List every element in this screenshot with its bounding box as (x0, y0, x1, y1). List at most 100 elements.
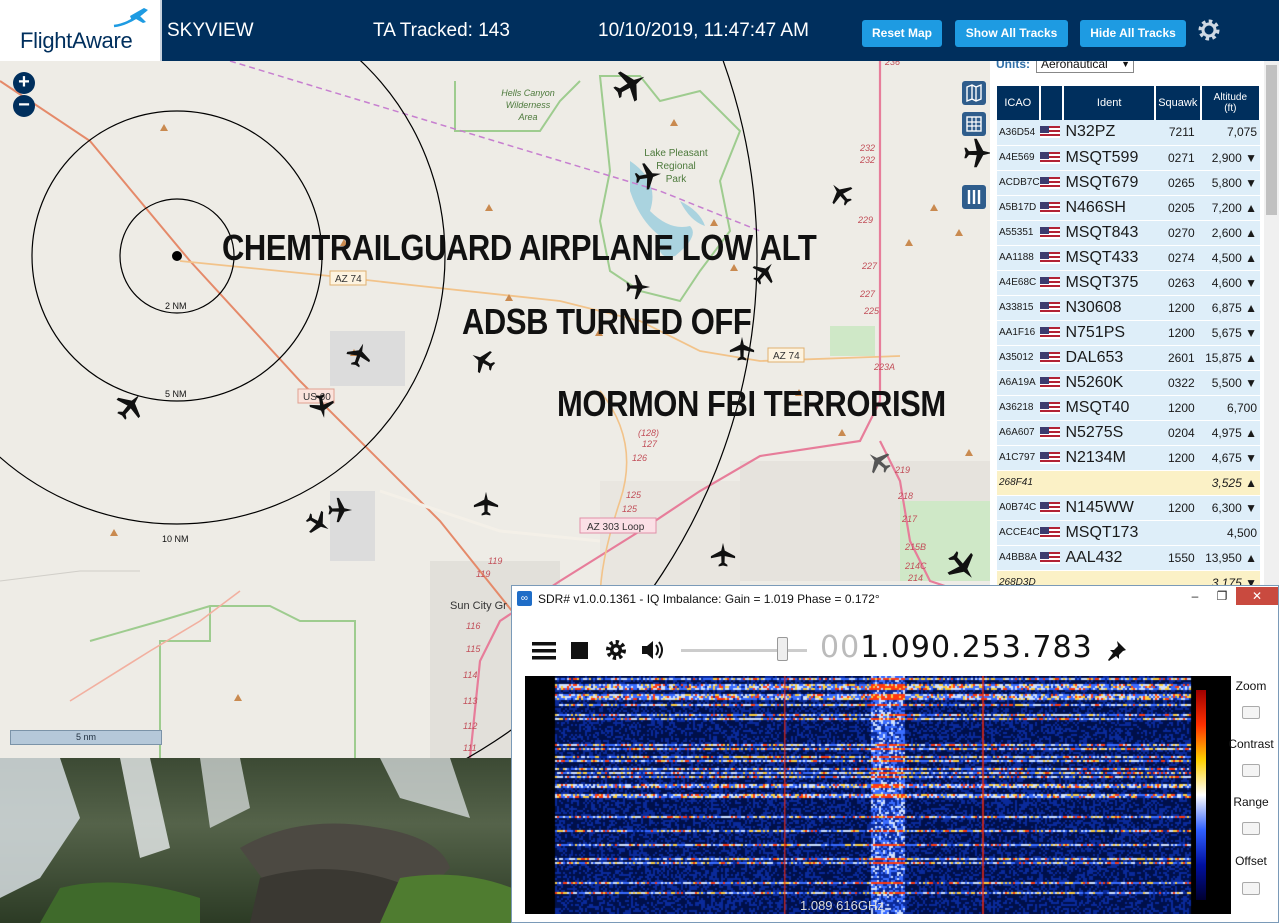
altitude-cell: 7,075 (1200, 120, 1260, 146)
aircraft-icon[interactable] (626, 274, 651, 300)
col-header-flag[interactable] (1039, 86, 1065, 120)
clock: 10/10/2019, 11:47:47 AM (598, 20, 809, 41)
altitude-cell: 3,525 ▲ (1200, 470, 1260, 496)
us-flag-icon (1039, 276, 1060, 289)
trend-icon: ▲ (1245, 475, 1257, 490)
aircraft-icon[interactable] (633, 160, 664, 192)
offset-slider[interactable] (1242, 882, 1260, 895)
sdr-titlebar[interactable]: ∞ SDR# v1.0.0.1361 - IQ Imbalance: Gain … (512, 586, 1278, 611)
aircraft-icon[interactable] (473, 491, 499, 516)
frequency-display[interactable]: 001.090.253.783 (820, 630, 1093, 665)
show-all-tracks-button[interactable]: Show All Tracks (955, 20, 1068, 47)
table-row[interactable]: A6A19A N5260K 0322 5,500 ▼ (997, 370, 1260, 396)
grid-icon[interactable] (962, 112, 986, 136)
waterfall-display[interactable]: 1.089 616GHz (525, 676, 1231, 914)
trend-icon: ▼ (1245, 450, 1257, 465)
hide-all-tracks-button[interactable]: Hide All Tracks (1080, 20, 1186, 47)
stop-icon[interactable] (571, 642, 589, 660)
altitude-cell: 7,200 ▲ (1200, 195, 1260, 221)
minimize-button[interactable]: ‒ (1182, 587, 1208, 605)
sdr-app-icon: ∞ (517, 591, 532, 606)
hamburger-menu-icon[interactable] (532, 641, 556, 661)
table-row[interactable]: A4BB8A AAL432 1550 13,950 ▲ (997, 545, 1260, 571)
table-row[interactable]: ACDB7C MSQT679 0265 5,800 ▼ (997, 170, 1260, 196)
aircraft-icon[interactable] (328, 497, 353, 523)
table-row[interactable]: A36218 MSQT40 1200 6,700 (997, 395, 1260, 421)
table-row[interactable]: A35012 DAL653 2601 15,875 ▲ (997, 345, 1260, 371)
range-slider[interactable] (1242, 822, 1260, 835)
table-row[interactable]: ACCE4C MSQT173 4,500 (997, 520, 1260, 546)
aircraft-icon[interactable] (710, 542, 736, 567)
columns-icon[interactable] (962, 185, 986, 209)
table-row[interactable]: A55351 MSQT843 0270 2,600 ▲ (997, 220, 1260, 246)
icao-cell: A0B74C (997, 495, 1040, 521)
scrollbar-thumb[interactable] (1266, 65, 1277, 215)
aircraft-icon[interactable] (110, 385, 151, 426)
altitude-cell: 4,500 (1200, 520, 1260, 546)
table-row[interactable]: AA1F16 N751PS 1200 5,675 ▼ (997, 320, 1260, 346)
icao-cell: A1C797 (997, 445, 1040, 471)
units-select[interactable]: Aeronautical ▼ (1036, 61, 1134, 73)
table-row[interactable]: A1C797 N2134M 1200 4,675 ▼ (997, 445, 1260, 471)
volume-slider-track[interactable] (681, 649, 807, 652)
map-layer-icon[interactable] (962, 81, 986, 105)
aircraft-icon[interactable] (964, 138, 990, 168)
us-flag-icon (1039, 351, 1060, 364)
settings-gear-icon[interactable] (604, 638, 628, 662)
table-row[interactable]: 268D3D 3,175 ▼ (997, 570, 1260, 585)
col-header-ident[interactable]: Ident (1063, 86, 1156, 120)
col-header-icao[interactable]: ICAO (997, 86, 1041, 120)
table-row[interactable]: A33815 N30608 1200 6,875 ▲ (997, 295, 1260, 321)
us-flag-icon (1039, 326, 1060, 339)
altitude-value: 13,950 (1205, 550, 1242, 565)
altitude-value: 7,200 (1211, 200, 1242, 215)
speaker-volume-icon[interactable] (640, 639, 666, 661)
app-header: FlightAware SKYVIEW TA Tracked: 143 10/1… (0, 0, 1279, 61)
range-label: Range (1233, 795, 1269, 809)
panel-scrollbar[interactable] (1264, 61, 1279, 585)
ident-cell: N30608 (1063, 295, 1155, 321)
aircraft-icon[interactable] (466, 344, 500, 378)
reset-map-button[interactable]: Reset Map (862, 20, 942, 47)
squawk-cell (1154, 520, 1201, 546)
aircraft-icon-selected[interactable] (861, 444, 896, 479)
table-row[interactable]: A5B17D N466SH 0205 7,200 ▲ (997, 195, 1260, 221)
trend-icon: ▼ (1245, 275, 1257, 290)
zoom-slider[interactable] (1242, 706, 1260, 719)
us-flag-icon (1039, 451, 1060, 464)
table-row[interactable]: 268F41 3,525 ▲ (997, 470, 1260, 496)
squawk-cell: 0270 (1154, 220, 1201, 246)
table-row[interactable]: A0B74C N145WW 1200 6,300 ▼ (997, 495, 1260, 521)
table-row[interactable]: AA1188 MSQT433 0274 4,500 ▲ (997, 245, 1260, 271)
table-row[interactable]: A4E68C MSQT375 0263 4,600 ▼ (997, 270, 1260, 296)
zoom-out-button[interactable]: − (13, 95, 35, 117)
squawk-cell (1154, 570, 1201, 585)
altitude-value: 5,675 (1211, 325, 1242, 340)
us-flag-icon (1039, 376, 1060, 389)
aircraft-icon[interactable] (308, 392, 337, 421)
aircraft-icon[interactable] (343, 339, 375, 370)
close-button[interactable]: ✕ (1236, 587, 1278, 605)
squawk-cell: 1200 (1154, 295, 1201, 321)
pin-icon[interactable] (1104, 639, 1128, 663)
aircraft-icon[interactable] (608, 62, 653, 108)
table-row[interactable]: A36D54 N32PZ 7211 7,075 (997, 120, 1260, 146)
zoom-label: Zoom (1235, 679, 1267, 693)
app-title: SKYVIEW (167, 20, 254, 41)
zoom-in-button[interactable]: + (13, 72, 35, 94)
col-header-altitude[interactable]: Altitude (ft) (1200, 86, 1262, 120)
us-flag-icon (1039, 251, 1060, 264)
col-header-squawk[interactable]: Squawk (1154, 86, 1202, 120)
contrast-slider[interactable] (1242, 764, 1260, 777)
icao-cell: A4E68C (997, 270, 1040, 296)
aircraft-icon[interactable] (823, 176, 858, 211)
table-row[interactable]: A6A607 N5275S 0204 4,975 ▲ (997, 420, 1260, 446)
aircraft-icon[interactable] (940, 544, 984, 588)
maximize-button[interactable]: ❐ (1209, 587, 1235, 605)
volume-slider-thumb[interactable] (777, 637, 788, 661)
table-row[interactable]: A4E569 MSQT599 0271 2,900 ▼ (997, 145, 1260, 171)
frequency-value: 1.090.253.783 (860, 630, 1093, 665)
altitude-cell: 15,875 ▲ (1200, 345, 1260, 371)
settings-gear-icon[interactable] (1196, 17, 1222, 43)
flightaware-logo[interactable]: FlightAware (0, 0, 162, 61)
